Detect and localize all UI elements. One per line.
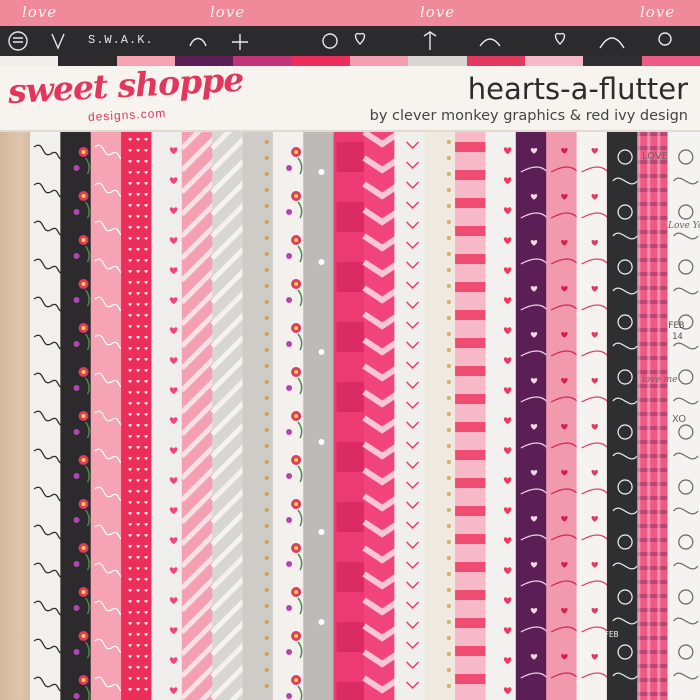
chalk-feb-label: FEB — [668, 321, 684, 331]
swak-text: S.W.A.K. — [88, 33, 154, 47]
love-me-label: love me — [642, 375, 677, 385]
love-you-label: Love You — [667, 221, 700, 231]
brand-logo-subtitle: designs.com — [87, 105, 167, 124]
kit-title: hearts-a-flutter — [467, 72, 688, 106]
love-label: LOVE — [642, 151, 668, 162]
love-word: love — [640, 3, 676, 21]
product-preview: love love love love S.W.A.K. sweet shopp… — [0, 0, 700, 700]
paper-fan-svg: FEB 14 Love You love me XO LOVE FEB — [0, 132, 700, 700]
love-word: love — [420, 3, 456, 21]
header-banner: sweet shoppe designs.com hearts-a-flutte… — [0, 60, 700, 134]
love-word: love — [210, 3, 246, 21]
chalk-14-label: 14 — [672, 332, 683, 342]
chalk-feb-label-dark: FEB — [604, 630, 619, 639]
paper-pattern — [264, 140, 269, 688]
brand-logo: sweet shoppe — [6, 59, 245, 111]
top-border-color-swatches — [0, 56, 700, 66]
paper-pattern — [446, 140, 451, 688]
top-border-love-strip: love love love love — [0, 0, 700, 26]
kit-credits: by clever monkey graphics & red ivy desi… — [369, 108, 688, 124]
love-word: love — [22, 3, 58, 21]
top-border-chalk-strip: S.W.A.K. — [0, 26, 700, 56]
xo-label: XO — [672, 414, 686, 425]
paper-fan: FEB 14 Love You love me XO LOVE FEB — [0, 132, 700, 700]
